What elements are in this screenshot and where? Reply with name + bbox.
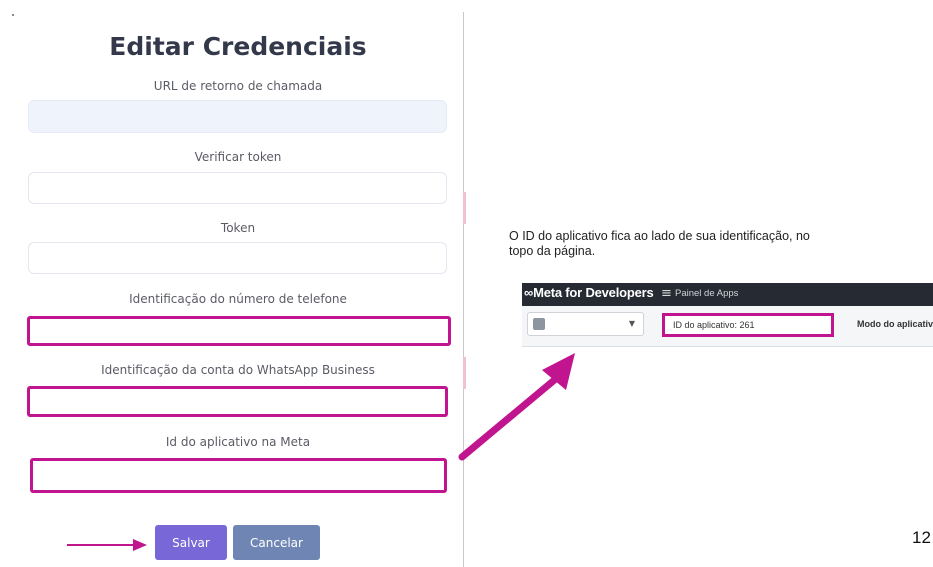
annotation-arrows [67, 353, 575, 551]
app-id-pointer-arrow [458, 353, 575, 461]
save-pointer-arrow [67, 539, 147, 551]
